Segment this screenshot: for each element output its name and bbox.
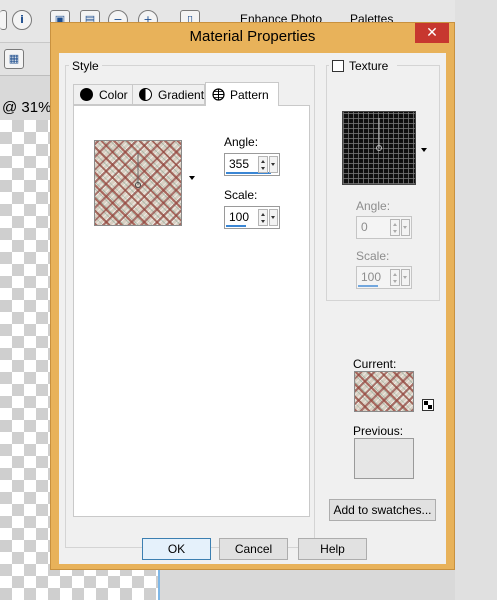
- texture-scale-label: Scale:: [356, 249, 390, 263]
- pattern-scale-stepper[interactable]: 100: [224, 206, 280, 229]
- dialog-title: Material Properties: [189, 28, 316, 45]
- pattern-angle-spin-arrows[interactable]: [258, 156, 268, 173]
- pattern-scale-dropdown-icon[interactable]: [269, 209, 278, 226]
- pattern-angle-label: Angle:: [224, 135, 259, 149]
- pattern-scale-value: 100: [229, 210, 250, 224]
- tab-gradient[interactable]: Gradient: [132, 84, 205, 105]
- pattern-scale-label: Scale:: [224, 188, 258, 202]
- pattern-grid-icon: [212, 88, 225, 101]
- texture-angle-value: 0: [361, 220, 368, 234]
- pattern-scale-underline: [226, 225, 246, 227]
- texture-preview-swatch[interactable]: [342, 111, 416, 185]
- tab-gradient-label: Gradient: [158, 87, 205, 102]
- pattern-angle-stepper[interactable]: 355: [224, 153, 280, 176]
- pattern-dropdown-arrow-icon[interactable]: [189, 176, 195, 180]
- presets-icon[interactable]: ▦: [4, 49, 24, 69]
- texture-scale-stepper: 100: [356, 266, 412, 289]
- angle-indicator-icon: [135, 153, 141, 188]
- tab-color-label: Color: [99, 87, 128, 102]
- material-properties-dialog: Material Properties ✕ Style Color Gradie…: [50, 22, 455, 570]
- help-button[interactable]: Help: [298, 538, 367, 560]
- ok-button[interactable]: OK: [142, 538, 211, 560]
- cancel-button[interactable]: Cancel: [219, 538, 288, 560]
- texture-angle-label: Angle:: [356, 199, 391, 213]
- swap-materials-icon[interactable]: [422, 399, 434, 411]
- tab-pattern[interactable]: Pattern: [205, 82, 279, 106]
- texture-angle-stepper: 0: [356, 216, 412, 239]
- pattern-scale-spin-arrows[interactable]: [258, 209, 268, 226]
- pattern-angle-value: 355: [229, 157, 250, 171]
- texture-scale-value: 100: [361, 270, 382, 284]
- tab-pattern-label: Pattern: [230, 87, 269, 102]
- texture-scale-spin-arrows: [390, 269, 400, 286]
- pattern-tab-panel: Angle: 355 Scale: 100: [73, 105, 310, 517]
- current-label: Current:: [353, 357, 397, 371]
- texture-angle-indicator-icon: [376, 118, 382, 151]
- style-group-label: Style: [69, 59, 102, 73]
- toolbar-partial-button[interactable]: [0, 10, 7, 30]
- current-material-swatch: [354, 371, 414, 412]
- color-circle-icon: [80, 88, 93, 101]
- texture-toggle[interactable]: Texture: [329, 58, 397, 74]
- texture-scale-dropdown-icon: [401, 269, 410, 286]
- texture-checkbox[interactable]: [332, 60, 344, 72]
- texture-dropdown-arrow-icon[interactable]: [421, 148, 427, 152]
- add-to-swatches-button[interactable]: Add to swatches...: [329, 499, 436, 521]
- texture-checkbox-label: Texture: [349, 59, 389, 73]
- texture-angle-dropdown-icon: [401, 219, 410, 236]
- texture-angle-spin-arrows: [390, 219, 400, 236]
- dialog-titlebar[interactable]: Material Properties ✕: [51, 23, 454, 51]
- right-panel: [455, 0, 497, 600]
- previous-material-swatch[interactable]: [354, 438, 414, 479]
- info-icon[interactable]: i: [12, 10, 32, 30]
- zoom-level: @ 31%.: [2, 99, 56, 116]
- pattern-preview-swatch[interactable]: [94, 140, 182, 226]
- previous-label: Previous:: [353, 424, 404, 438]
- pattern-angle-dropdown-icon[interactable]: [269, 156, 278, 173]
- dialog-client: Style Color Gradient Pattern Angle: 355 …: [59, 53, 446, 564]
- gradient-circle-icon: [139, 88, 152, 101]
- close-button[interactable]: ✕: [415, 23, 449, 43]
- tab-color[interactable]: Color: [73, 84, 133, 105]
- texture-scale-underline: [358, 285, 378, 287]
